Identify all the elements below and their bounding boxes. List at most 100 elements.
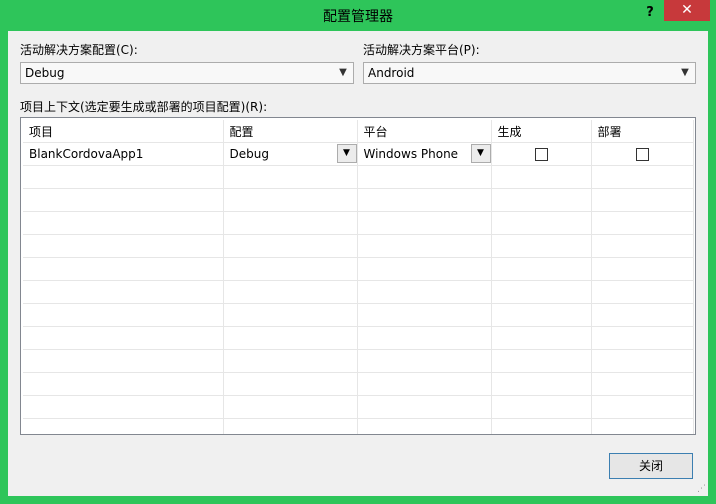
empty-cell [357,303,492,327]
column-header-project[interactable]: 项目 [23,120,224,143]
empty-cell [357,349,492,373]
title-bar[interactable]: 配置管理器 ? ✕ [0,0,716,30]
empty-cell [591,372,694,396]
empty-cell [357,234,492,258]
empty-cell [591,395,694,419]
solution-config-dropdown[interactable]: Debug ▼ [20,62,354,84]
empty-table-row [23,165,694,189]
empty-cell [357,395,492,419]
table-row[interactable]: BlankCordovaApp1 Debug ▼ Windows Phone ▼ [23,142,694,166]
empty-cell [23,326,224,350]
empty-cell [223,326,358,350]
empty-cell [491,372,592,396]
project-platform-value: Windows Phone [363,147,459,161]
chevron-down-icon[interactable]: ▼ [470,144,490,163]
empty-cell [23,303,224,327]
empty-cell [591,280,694,304]
empty-cell [23,280,224,304]
empty-table-row [23,326,694,350]
empty-cell [223,257,358,281]
column-header-build[interactable]: 生成 [491,120,592,143]
window-title: 配置管理器 [323,9,393,25]
empty-table-row [23,211,694,235]
empty-table-row [23,188,694,212]
empty-table-row [23,257,694,281]
solution-platform-dropdown[interactable]: Android ▼ [363,62,696,84]
empty-cell [23,211,224,235]
empty-cell [591,211,694,235]
empty-cell [591,165,694,189]
empty-cell [223,211,358,235]
empty-cell [491,211,592,235]
empty-cell [357,165,492,189]
empty-cell [357,257,492,281]
project-config-value: Debug [229,147,269,161]
chevron-down-icon: ▼ [681,67,689,78]
empty-cell [591,257,694,281]
chevron-down-icon[interactable]: ▼ [336,144,356,163]
empty-table-row [23,280,694,304]
project-table: 项目 配置 平台 生成 部署 BlankCordovaApp1 Debug ▼ [23,120,694,434]
empty-table-row [23,372,694,396]
empty-table-row [23,418,694,434]
close-button[interactable]: 关闭 [609,453,693,479]
dialog-window: 配置管理器 ? ✕ 活动解决方案配置(C): Debug ▼ 活动解决方案平台(… [0,0,716,504]
project-context-grid[interactable]: 项目 配置 平台 生成 部署 BlankCordovaApp1 Debug ▼ [20,117,696,435]
empty-cell [491,234,592,258]
solution-config-value: Debug [25,66,65,80]
column-header-config[interactable]: 配置 [223,120,358,143]
empty-cell [491,303,592,327]
help-button[interactable]: ? [636,2,664,24]
empty-cell [223,188,358,212]
solution-config-label: 活动解决方案配置(C): [20,43,138,57]
empty-cell [23,165,224,189]
empty-cell [591,418,694,434]
empty-cell [223,349,358,373]
resize-grip-icon[interactable]: ⋰ [697,484,706,494]
empty-cell [491,257,592,281]
empty-cell [357,418,492,434]
build-checkbox[interactable] [534,148,548,161]
table-header-row: 项目 配置 平台 生成 部署 [23,120,694,143]
empty-cell [23,234,224,258]
empty-cell [223,234,358,258]
project-platform-cell[interactable]: Windows Phone ▼ [357,142,492,166]
empty-cell [591,349,694,373]
project-config-cell[interactable]: Debug ▼ [223,142,358,166]
empty-cell [223,395,358,419]
empty-table-row [23,395,694,419]
empty-cell [23,349,224,373]
project-context-label: 项目上下文(选定要生成或部署的项目配置)(R): [20,100,268,114]
empty-cell [491,280,592,304]
empty-cell [591,303,694,327]
empty-cell [23,188,224,212]
project-name-cell: BlankCordovaApp1 [23,142,224,166]
empty-cell [223,280,358,304]
empty-table-row [23,303,694,327]
column-header-deploy[interactable]: 部署 [591,120,694,143]
empty-cell [491,349,592,373]
deploy-checkbox[interactable] [635,148,649,161]
empty-cell [491,395,592,419]
empty-cell [23,395,224,419]
dialog-client: 活动解决方案配置(C): Debug ▼ 活动解决方案平台(P): Androi… [8,31,708,496]
empty-cell [23,418,224,434]
chevron-down-icon: ▼ [339,67,347,78]
empty-table-row [23,234,694,258]
empty-cell [357,372,492,396]
empty-cell [223,418,358,434]
empty-cell [223,303,358,327]
empty-cell [223,372,358,396]
empty-cell [223,165,358,189]
empty-cell [357,280,492,304]
close-window-button[interactable]: ✕ [664,0,710,21]
solution-platform-label: 活动解决方案平台(P): [363,43,480,57]
solution-platform-value: Android [368,66,415,80]
empty-cell [357,188,492,212]
deploy-cell [591,142,694,166]
empty-cell [23,372,224,396]
empty-cell [591,234,694,258]
column-header-platform[interactable]: 平台 [357,120,492,143]
empty-cell [357,211,492,235]
empty-cell [491,418,592,434]
